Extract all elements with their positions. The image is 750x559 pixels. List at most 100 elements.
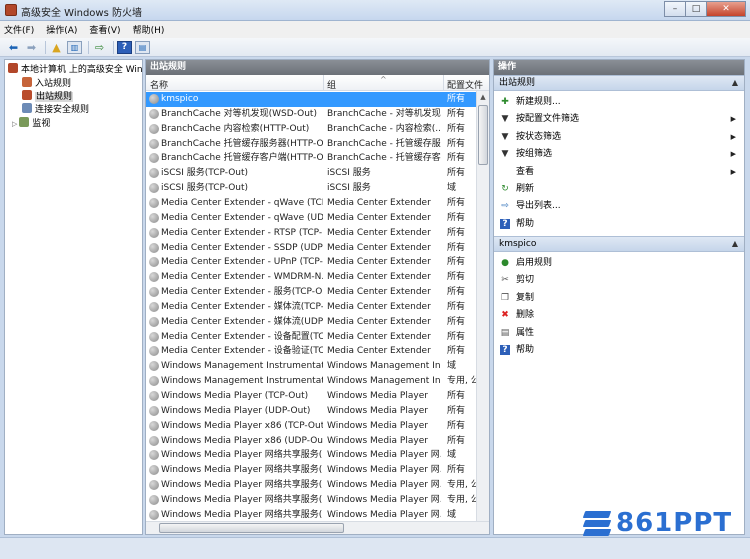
table-row[interactable]: BranchCache 托管缓存客户端(HTTP-O... BranchCache…	[146, 151, 476, 166]
menu-file[interactable]: 文件(F)	[4, 23, 34, 36]
column-group[interactable]: 组	[327, 78, 336, 91]
table-row[interactable]: Media Center Extender - SSDP (UDP-... Med…	[146, 241, 476, 256]
table-row[interactable]: Windows Media Player (UDP-Out) Windows Me…	[146, 404, 476, 419]
rule-group-cell: Media Center Extender	[327, 257, 431, 268]
action-item[interactable]: 查看 ▶	[494, 164, 744, 180]
toolbar-separator	[113, 40, 114, 54]
table-row[interactable]: BranchCache 托管缓存服务器(HTTP-O... BranchCache…	[146, 137, 476, 152]
table-row[interactable]: kmspico 所有	[146, 92, 476, 107]
menu-action[interactable]: 操作(A)	[46, 23, 77, 36]
table-row[interactable]: Media Center Extender - qWave (UD... Medi…	[146, 211, 476, 226]
rule-disabled-icon	[149, 346, 159, 357]
properties-icon[interactable]: ▤	[135, 40, 150, 54]
action-item[interactable]: ▼ 按组筛选 ▶	[494, 146, 744, 162]
rule-disabled-icon	[149, 391, 159, 401]
action-item[interactable]: ? 帮助	[494, 216, 744, 232]
close-button[interactable]: ✕	[706, 1, 746, 17]
action-item[interactable]: ▤ 属性	[494, 325, 744, 341]
column-divider[interactable]	[323, 75, 324, 91]
table-row[interactable]: iSCSI 服务(TCP-Out) iSCSI 服务 所有	[146, 166, 476, 181]
table-row[interactable]: Windows Media Player 网络共享服务(... Windows M…	[146, 493, 476, 508]
tree-item-connection-security[interactable]: 连接安全规则	[22, 103, 89, 116]
rule-disabled-icon	[149, 183, 159, 194]
action-item[interactable]: ▼ 按配置文件筛选 ▶	[494, 111, 744, 127]
tree-root[interactable]: 本地计算机 上的高级安全 Windows 防火墙	[8, 63, 142, 76]
column-headers: 名称 组 ^ 配置文件	[146, 75, 489, 91]
rule-name-cell: BranchCache 对等机发现(WSD-Out)	[161, 108, 317, 119]
table-row[interactable]: Media Center Extender - qWave (TCP... Med…	[146, 196, 476, 211]
table-row[interactable]: Windows Media Player 网络共享服务(... Windows M…	[146, 448, 476, 463]
rule-name-cell: Media Center Extender - 设备验证(TC...	[161, 346, 323, 357]
scroll-thumb[interactable]	[478, 105, 488, 165]
action-label: 刷新	[516, 184, 535, 194]
table-row[interactable]: iSCSI 服务(TCP-Out) iSCSI 服务 域	[146, 181, 476, 196]
outbound-rules-icon	[22, 90, 32, 100]
expand-arrow-icon[interactable]: ▷	[12, 120, 17, 128]
table-row[interactable]: Windows Media Player 网络共享服务(... Windows M…	[146, 478, 476, 493]
menu-bar: 文件(F) 操作(A) 查看(V) 帮助(H)	[0, 21, 750, 38]
collapse-caret-icon[interactable]: ▲	[732, 76, 738, 90]
forward-arrow-icon[interactable]: ➡	[24, 41, 39, 54]
up-folder-icon[interactable]: ▲	[49, 41, 64, 54]
collapse-caret-icon[interactable]: ▲	[732, 237, 738, 251]
action-item[interactable]: ✂ 剪切	[494, 272, 744, 288]
column-profile[interactable]: 配置文件	[447, 78, 483, 91]
export-icon[interactable]: ⇨	[92, 41, 107, 54]
action-item[interactable]: ● 启用规则	[494, 255, 744, 271]
table-row[interactable]: Media Center Extender - 媒体流(TCP-... Media…	[146, 300, 476, 315]
table-row[interactable]: Windows Media Player x86 (UDP-Out) Window…	[146, 434, 476, 449]
table-row[interactable]: Media Center Extender - 设备配置(TC... Media …	[146, 330, 476, 345]
rule-name-cell: Media Center Extender - qWave (TCP...	[161, 197, 323, 208]
column-name[interactable]: 名称	[150, 78, 168, 91]
new-rule-icon: ✚	[501, 97, 509, 107]
table-row[interactable]: Windows Media Player 网络共享服务(... Windows M…	[146, 463, 476, 478]
horizontal-scrollbar[interactable]	[146, 521, 489, 534]
table-row[interactable]: Windows Media Player (TCP-Out) Windows Me…	[146, 389, 476, 404]
window-controls: – □ ✕	[664, 1, 746, 17]
column-divider[interactable]	[443, 75, 444, 91]
action-item[interactable]: ? 帮助	[494, 342, 744, 358]
rule-disabled-icon	[149, 376, 159, 387]
rule-disabled-icon	[149, 331, 159, 342]
table-row[interactable]: Media Center Extender - WMDRM-N... Media …	[146, 270, 476, 285]
rule-name-cell: Media Center Extender - 媒体流(UDP-...	[161, 316, 323, 327]
action-item[interactable]: ▼ 按状态筛选 ▶	[494, 129, 744, 145]
table-row[interactable]: Windows Management Instrumentati... Windo…	[146, 359, 476, 374]
help-icon[interactable]: ?	[117, 40, 132, 54]
action-item[interactable]: ↻ 刷新	[494, 181, 744, 197]
table-row[interactable]: BranchCache 对等机发现(WSD-Out) BranchCache - …	[146, 107, 476, 122]
hscroll-thumb[interactable]	[159, 523, 344, 533]
table-row[interactable]: Media Center Extender - 服务(TCP-O... Media…	[146, 285, 476, 300]
rule-profile-cell: 所有	[447, 331, 466, 342]
table-row[interactable]: Media Center Extender - UPnP (TCP-... Med…	[146, 255, 476, 270]
rule-disabled-icon	[149, 480, 159, 491]
rule-group-cell: Windows Management In...	[327, 361, 441, 372]
tree-item-outbound-rules[interactable]: 出站规则	[22, 90, 74, 103]
watermark-logo: 861PPT	[582, 508, 732, 538]
submenu-arrow-icon: ▶	[730, 167, 736, 176]
tree-item-inbound-rules[interactable]: 入站规则	[22, 77, 71, 90]
table-row[interactable]: BranchCache 内容检索(HTTP-Out) BranchCache - …	[146, 122, 476, 137]
action-item[interactable]: ✚ 新建规则...	[494, 94, 744, 110]
scroll-up-icon[interactable]: ▲	[477, 91, 489, 104]
maximize-button[interactable]: □	[685, 1, 707, 17]
back-arrow-icon[interactable]: ⬅	[6, 41, 21, 54]
table-row[interactable]: Windows Media Player x86 (TCP-Out) Window…	[146, 419, 476, 434]
table-row[interactable]: Media Center Extender - RTSP (TCP-... Med…	[146, 226, 476, 241]
action-item[interactable]: ✖ 删除	[494, 307, 744, 323]
show-tree-icon[interactable]: ▥	[67, 40, 82, 54]
table-row[interactable]: Media Center Extender - 设备验证(TC... Media …	[146, 344, 476, 359]
rule-profile-cell: 所有	[447, 465, 466, 476]
menu-view[interactable]: 查看(V)	[89, 23, 120, 36]
tree-item-monitoring[interactable]: ▷ 监视	[12, 117, 50, 130]
section-selected-rule[interactable]: kmspico ▲	[494, 236, 744, 252]
minimize-button[interactable]: –	[664, 1, 686, 17]
table-row[interactable]: Windows Management Instrumentati... Windo…	[146, 374, 476, 389]
section-outbound-rules[interactable]: 出站规则 ▲	[494, 75, 744, 91]
menu-help[interactable]: 帮助(H)	[133, 23, 165, 36]
vertical-scrollbar[interactable]: ▲	[476, 91, 489, 521]
action-item[interactable]: ❐ 复制	[494, 290, 744, 306]
table-row[interactable]: Media Center Extender - 媒体流(UDP-... Media…	[146, 315, 476, 330]
action-item[interactable]: ⇨ 导出列表...	[494, 198, 744, 214]
toolbar: ⬅ ➡ ▲ ▥ ⇨ ? ▤	[0, 38, 750, 57]
